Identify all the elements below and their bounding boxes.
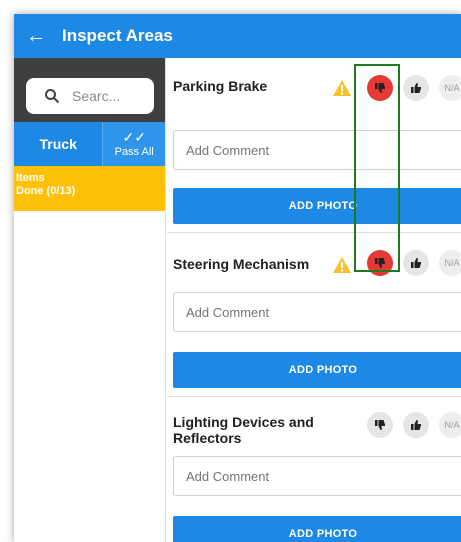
- search-input[interactable]: Searc...: [26, 78, 154, 114]
- add-photo-button[interactable]: ADD PHOTO: [173, 352, 461, 388]
- sidebar: Searc... Truck ✓✓ Pass All Items Done (0…: [14, 58, 166, 542]
- na-button[interactable]: N/A: [439, 75, 461, 101]
- inspection-list: Parking Brake N/A Add Comment ADD PHOTO …: [167, 58, 461, 542]
- inspection-item: Parking Brake N/A Add Comment ADD PHOTO: [167, 58, 461, 228]
- add-photo-button[interactable]: ADD PHOTO: [173, 516, 461, 542]
- tab-truck[interactable]: Truck: [14, 122, 103, 166]
- warning-icon: [333, 80, 351, 96]
- arrow-left-icon: ←: [26, 24, 46, 47]
- search-area: Searc...: [14, 58, 165, 122]
- divider: [167, 232, 461, 233]
- page-title: Inspect Areas: [62, 26, 173, 45]
- comment-field[interactable]: Add Comment: [173, 292, 461, 332]
- na-button[interactable]: N/A: [439, 250, 461, 276]
- item-title-line1: Lighting Devices and: [173, 414, 314, 430]
- search-placeholder: Searc...: [72, 88, 121, 104]
- pass-all-label: Pass All: [114, 146, 154, 158]
- comment-field[interactable]: Add Comment: [173, 456, 461, 496]
- items-done-count: Done (0/13): [16, 185, 76, 197]
- tab-bar: Truck ✓✓ Pass All: [14, 122, 165, 166]
- inspection-item: Steering Mechanism N/A Add Comment ADD P…: [167, 234, 461, 400]
- pass-button[interactable]: [403, 250, 429, 276]
- add-photo-button[interactable]: ADD PHOTO: [173, 188, 461, 224]
- items-progress-banner[interactable]: Items Done (0/13): [14, 166, 165, 211]
- thumbs-up-icon: [411, 420, 421, 430]
- pass-button[interactable]: [403, 75, 429, 101]
- pass-button[interactable]: [403, 412, 429, 438]
- thumbs-down-icon: [375, 420, 385, 430]
- thumbs-up-icon: [411, 83, 421, 93]
- na-button[interactable]: N/A: [439, 412, 461, 438]
- warning-icon: [333, 257, 351, 273]
- double-check-icon: ✓✓: [122, 129, 146, 145]
- items-label: Items: [16, 172, 45, 184]
- divider: [167, 396, 461, 397]
- item-title-line2: Reflectors: [173, 430, 242, 446]
- item-title: Parking Brake: [173, 78, 268, 94]
- inspection-item: Lighting Devices and Reflectors N/A Add …: [167, 398, 461, 542]
- back-button[interactable]: ←: [14, 14, 58, 58]
- pass-all-button[interactable]: ✓✓ Pass All: [102, 122, 165, 166]
- search-icon: [45, 89, 60, 104]
- app-bar: ← Inspect Areas: [14, 14, 461, 58]
- fail-button[interactable]: [367, 412, 393, 438]
- comment-field[interactable]: Add Comment: [173, 130, 461, 170]
- highlight-box: [354, 64, 400, 272]
- item-title: Steering Mechanism: [173, 256, 310, 272]
- thumbs-up-icon: [411, 258, 421, 268]
